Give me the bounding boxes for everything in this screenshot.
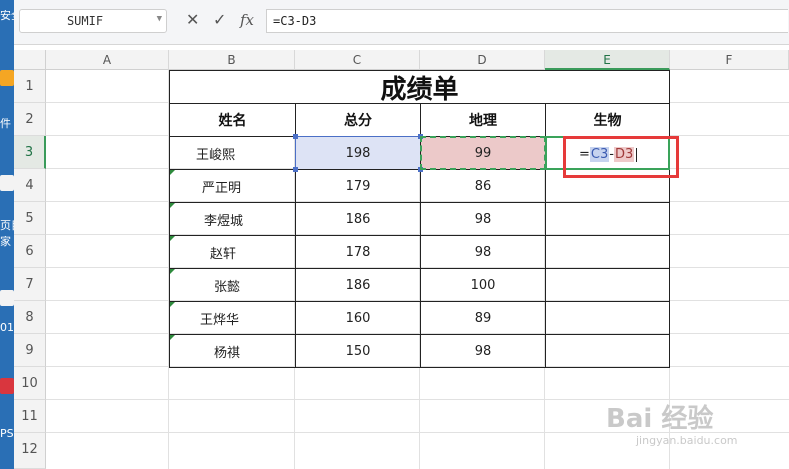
desktop-label: 件丨 <box>0 118 14 130</box>
highlight-annotation-box <box>563 136 679 178</box>
column-header-c[interactable]: C <box>295 50 420 70</box>
geography-cell[interactable]: 98 <box>420 334 546 368</box>
total-cell[interactable]: 179 <box>295 169 421 203</box>
row-header-10[interactable]: 10 <box>14 367 46 400</box>
total-cell[interactable]: 186 <box>295 202 421 236</box>
total-cell-c3[interactable]: 198 <box>295 136 421 170</box>
column-header-e[interactable]: E <box>545 50 670 70</box>
desktop-strip: 安全 件丨 页目 家 01 PS <box>0 0 14 469</box>
cell-indicator-icon <box>170 335 175 340</box>
row-header-7[interactable]: 7 <box>14 268 46 301</box>
name-cell[interactable]: 王峻熙 <box>169 136 296 170</box>
name-cell[interactable]: 杨祺 <box>169 334 296 368</box>
watermark-url: jingyan.baidu.com <box>636 434 738 447</box>
row-header-6[interactable]: 6 <box>14 235 46 268</box>
desktop-label: PS <box>0 428 14 440</box>
biology-cell[interactable] <box>545 235 670 269</box>
name-cell[interactable]: 赵轩 <box>169 235 296 269</box>
biology-cell[interactable] <box>545 202 670 236</box>
geography-cell[interactable]: 86 <box>420 169 546 203</box>
watermark-logo: Bai 经验 <box>606 404 714 434</box>
column-header-a[interactable]: A <box>46 50 169 70</box>
desktop-file-icon[interactable] <box>0 175 14 191</box>
desktop-label: 家 <box>0 236 11 248</box>
row-header-12[interactable]: 12 <box>14 433 46 469</box>
geography-cell[interactable]: 98 <box>420 235 546 269</box>
row-header-8[interactable]: 8 <box>14 301 46 334</box>
row-header-5[interactable]: 5 <box>14 202 46 235</box>
desktop-app-icon[interactable] <box>0 70 14 86</box>
header-cell-total[interactable]: 总分 <box>295 103 421 137</box>
cell-indicator-icon <box>170 302 175 307</box>
cancel-x-icon[interactable]: ✕ <box>186 11 199 29</box>
desktop-label: 01 <box>0 322 14 334</box>
biology-cell[interactable] <box>545 334 670 368</box>
cell-indicator-icon <box>170 203 175 208</box>
cell-indicator-icon <box>170 236 175 241</box>
desktop-label: 安全 <box>0 10 14 22</box>
header-cell-name[interactable]: 姓名 <box>169 103 296 137</box>
formula-bar: SUMIF ▼ ✕ ✓ fx =C3-D3 <box>14 0 789 45</box>
name-box[interactable]: SUMIF ▼ <box>19 9 167 33</box>
total-cell[interactable]: 178 <box>295 235 421 269</box>
sheet-title-cell[interactable]: 成绩单 <box>169 70 670 105</box>
header-cell-biology[interactable]: 生物 <box>545 103 670 137</box>
name-box-value: SUMIF <box>66 14 104 28</box>
total-cell[interactable]: 160 <box>295 301 421 335</box>
biology-cell[interactable] <box>545 268 670 302</box>
row-header-2[interactable]: 2 <box>14 103 46 136</box>
biology-cell[interactable] <box>545 301 670 335</box>
header-cell-geography[interactable]: 地理 <box>420 103 546 137</box>
total-cell[interactable]: 186 <box>295 268 421 302</box>
range-handle[interactable] <box>418 167 423 172</box>
range-handle[interactable] <box>293 167 298 172</box>
insert-function-icon[interactable]: fx <box>240 11 254 29</box>
row-header-1[interactable]: 1 <box>14 70 46 103</box>
row-header-11[interactable]: 11 <box>14 400 46 433</box>
column-header-b[interactable]: B <box>169 50 295 70</box>
name-cell[interactable]: 李煜城 <box>169 202 296 236</box>
cell-indicator-icon <box>170 170 175 175</box>
geography-cell[interactable]: 89 <box>420 301 546 335</box>
column-header-f[interactable]: F <box>670 50 789 70</box>
geography-cell-d3[interactable]: 99 <box>420 136 546 170</box>
column-header-d[interactable]: D <box>420 50 545 70</box>
geography-cell[interactable]: 98 <box>420 202 546 236</box>
desktop-wps-icon[interactable] <box>0 378 14 394</box>
select-all-corner[interactable] <box>14 50 46 70</box>
name-cell[interactable]: 张懿 <box>169 268 296 302</box>
checkmark-icon[interactable]: ✓ <box>213 11 226 29</box>
row-header-9[interactable]: 9 <box>14 334 46 367</box>
total-cell[interactable]: 150 <box>295 334 421 368</box>
formula-input[interactable]: =C3-D3 <box>266 9 788 33</box>
name-cell[interactable]: 严正明 <box>169 169 296 203</box>
chevron-down-icon[interactable]: ▼ <box>157 14 162 24</box>
cell-indicator-icon <box>170 269 175 274</box>
geography-cell[interactable]: 100 <box>420 268 546 302</box>
row-header-3[interactable]: 3 <box>14 136 46 169</box>
row-header-4[interactable]: 4 <box>14 169 46 202</box>
range-handle[interactable] <box>418 134 423 139</box>
desktop-file-icon[interactable] <box>0 290 14 306</box>
range-handle[interactable] <box>293 134 298 139</box>
name-cell[interactable]: 王烨华 <box>169 301 296 335</box>
desktop-label: 页目 <box>0 220 14 232</box>
